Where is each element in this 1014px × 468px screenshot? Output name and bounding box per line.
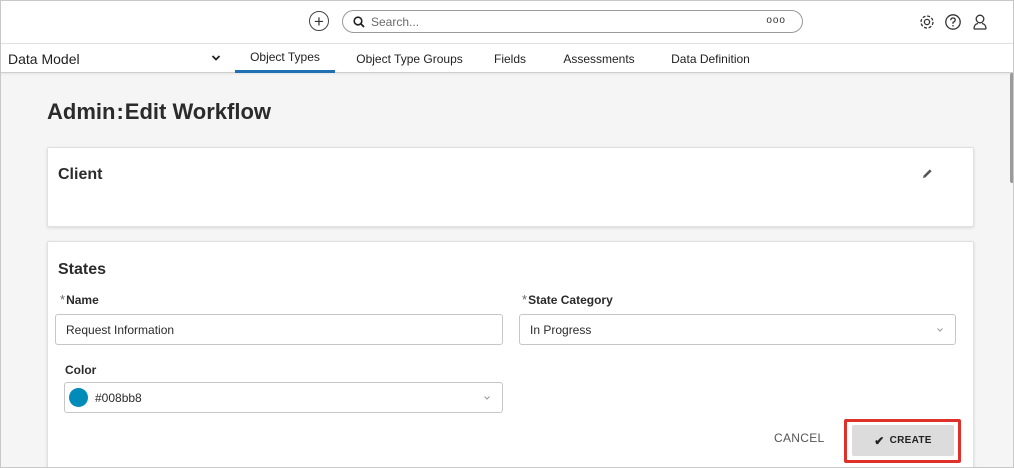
checkmark-icon: ✔ — [874, 433, 885, 448]
color-swatch — [69, 388, 88, 407]
color-select[interactable]: #008bb8 — [64, 382, 503, 413]
page-title: Admin:Edit Workflow — [47, 99, 271, 125]
page-title-prefix: Admin — [47, 99, 116, 124]
client-card: Client — [47, 147, 974, 227]
tab-fields[interactable]: Fields — [485, 44, 535, 73]
chevron-down-icon — [211, 55, 221, 61]
scrollbar[interactable] — [1010, 73, 1013, 183]
name-label: *Name — [60, 292, 99, 307]
search-bar[interactable]: ooo — [342, 10, 803, 33]
cancel-button[interactable]: CANCEL — [774, 431, 824, 445]
help-icon[interactable] — [942, 11, 964, 33]
gear-icon[interactable] — [916, 11, 938, 33]
chevron-down-icon — [937, 328, 943, 332]
state-category-label-text: State Category — [528, 293, 613, 307]
page-title-text: Edit Workflow — [124, 99, 272, 124]
states-card: States *Name *State Category In Progress… — [47, 241, 974, 467]
search-options-icon[interactable]: ooo — [766, 15, 786, 26]
search-input[interactable] — [371, 14, 751, 29]
create-button[interactable]: ✔ CREATE — [852, 425, 954, 456]
states-card-title: States — [58, 261, 107, 278]
user-icon[interactable] — [969, 11, 991, 33]
nav-bar: Data Model Object Types Object Type Grou… — [1, 43, 1013, 73]
tab-assessments[interactable]: Assessments — [554, 44, 644, 73]
search-icon — [353, 15, 365, 28]
state-category-select[interactable]: In Progress — [519, 314, 956, 345]
required-mark: * — [60, 292, 66, 307]
pencil-icon[interactable] — [920, 167, 934, 181]
tab-object-types[interactable]: Object Types — [235, 44, 335, 73]
tab-object-type-groups[interactable]: Object Type Groups — [346, 44, 473, 73]
top-bar: + ooo — [1, 1, 1013, 43]
color-value: #008bb8 — [95, 390, 142, 405]
color-label: Color — [65, 363, 97, 377]
state-category-value: In Progress — [530, 322, 592, 337]
name-label-text: Name — [66, 293, 99, 307]
chevron-down-icon — [484, 396, 490, 400]
plus-circle-icon[interactable]: + — [309, 11, 329, 31]
module-select[interactable]: Data Model — [1, 44, 230, 73]
state-category-label: *State Category — [522, 292, 613, 307]
app-window: + ooo — [0, 0, 1014, 468]
required-mark: * — [522, 292, 528, 307]
name-input[interactable] — [55, 314, 503, 345]
client-card-title: Client — [58, 166, 103, 183]
create-button-label: CREATE — [889, 435, 932, 446]
tab-data-definition[interactable]: Data Definition — [658, 44, 763, 73]
module-select-label: Data Model — [8, 50, 80, 67]
page-title-separator: : — [116, 99, 124, 124]
